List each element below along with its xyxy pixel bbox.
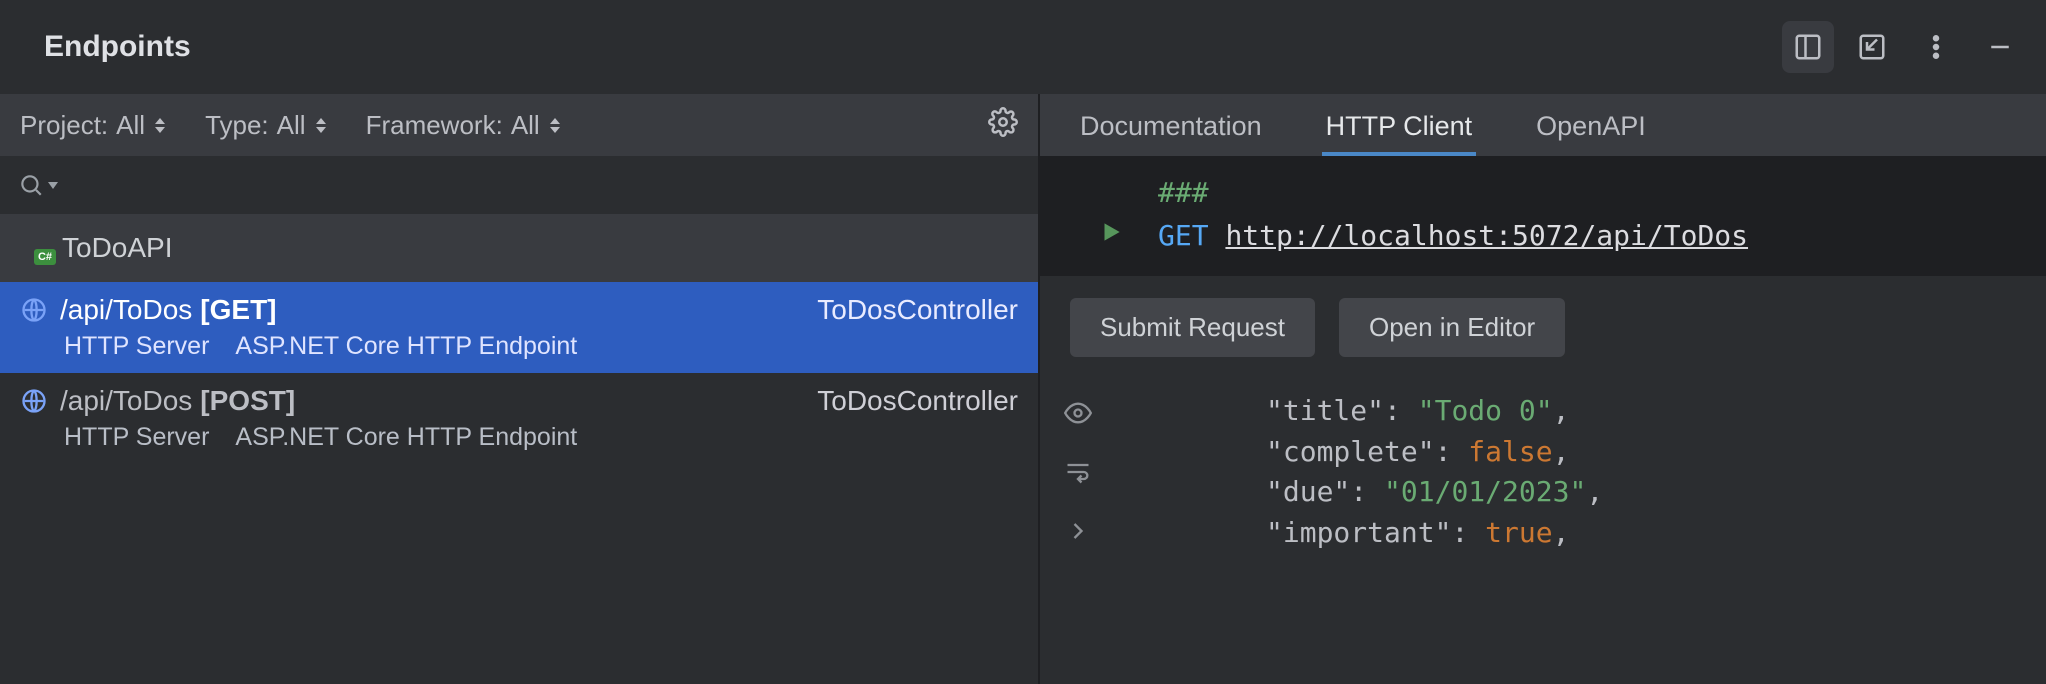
detail-tabs: Documentation HTTP Client OpenAPI xyxy=(1040,94,2046,156)
endpoint-method: [POST] xyxy=(200,385,295,417)
run-icon[interactable] xyxy=(1098,219,1124,252)
endpoint-icon xyxy=(20,387,48,415)
tab-http-client[interactable]: HTTP Client xyxy=(1322,97,1477,156)
settings-icon[interactable] xyxy=(988,107,1018,144)
module-header[interactable]: C# ToDoAPI xyxy=(0,214,1038,282)
wrap-icon[interactable] xyxy=(1064,458,1092,491)
endpoint-path: /api/ToDos xyxy=(60,294,192,326)
http-client-panel: ### GET http://localhost:5072/api/ToDos … xyxy=(1040,156,2046,379)
caret-icon xyxy=(155,118,165,133)
submit-request-button[interactable]: Submit Request xyxy=(1070,298,1315,357)
response-body[interactable]: "title": "Todo 0", "complete": false, "d… xyxy=(1116,379,2046,684)
open-in-editor-button[interactable]: Open in Editor xyxy=(1339,298,1565,357)
minimize-icon[interactable] xyxy=(1974,21,2026,73)
filter-type[interactable]: Type: All xyxy=(205,110,326,141)
request-method: GET xyxy=(1158,219,1209,252)
filter-bar: Project: All Type: All Framework: All xyxy=(0,94,1038,156)
eye-icon[interactable] xyxy=(1064,399,1092,432)
detail-panel: Documentation HTTP Client OpenAPI ### GET … xyxy=(1040,94,2046,684)
panel-title: Endpoints xyxy=(44,30,191,64)
filter-project-label: Project: xyxy=(20,110,108,141)
filter-project[interactable]: Project: All xyxy=(20,110,165,141)
response-panel: "title": "Todo 0", "complete": false, "d… xyxy=(1040,379,2046,684)
endpoint-controller: ToDosController xyxy=(817,385,1018,417)
filter-framework[interactable]: Framework: All xyxy=(366,110,560,141)
module-name: ToDoAPI xyxy=(62,232,173,264)
request-url[interactable]: http://localhost:5072/api/ToDos xyxy=(1225,219,1748,252)
request-editor[interactable]: ### GET http://localhost:5072/api/ToDos xyxy=(1040,156,2046,276)
filter-type-value: All xyxy=(277,110,306,141)
filter-project-value: All xyxy=(116,110,145,141)
request-separator: ### xyxy=(1158,176,1209,209)
response-gutter xyxy=(1040,379,1116,684)
more-icon[interactable] xyxy=(1910,21,1962,73)
endpoint-controller: ToDosController xyxy=(817,294,1018,326)
endpoint-server: HTTP Server xyxy=(64,332,209,361)
endpoint-method: [GET] xyxy=(200,294,276,326)
caret-icon xyxy=(550,118,560,133)
endpoint-path: /api/ToDos xyxy=(60,385,192,417)
layout-icon[interactable] xyxy=(1782,21,1834,73)
filter-framework-label: Framework: xyxy=(366,110,503,141)
endpoint-list: /api/ToDos [GET] ToDosController HTTP Serv… xyxy=(0,282,1038,684)
endpoint-server: HTTP Server xyxy=(64,423,209,452)
caret-icon xyxy=(316,118,326,133)
endpoint-icon xyxy=(20,296,48,324)
endpoints-tool-window: Endpoints Project: All Type: xyxy=(0,0,2046,684)
tab-documentation[interactable]: Documentation xyxy=(1076,97,1266,156)
tab-openapi[interactable]: OpenAPI xyxy=(1532,97,1650,156)
csharp-file-icon: C# xyxy=(18,235,50,261)
endpoint-kind: ASP.NET Core HTTP Endpoint xyxy=(235,332,577,361)
endpoint-list-panel: Project: All Type: All Framework: All xyxy=(0,94,1040,684)
filter-framework-value: All xyxy=(511,110,540,141)
endpoint-kind: ASP.NET Core HTTP Endpoint xyxy=(235,423,577,452)
chevron-down-icon xyxy=(48,182,58,189)
open-in-window-icon[interactable] xyxy=(1846,21,1898,73)
action-row: Submit Request Open in Editor xyxy=(1040,276,2046,379)
filter-type-label: Type: xyxy=(205,110,269,141)
endpoint-item[interactable]: /api/ToDos [GET] ToDosController HTTP Serv… xyxy=(0,282,1038,373)
search-input[interactable] xyxy=(0,156,1038,214)
titlebar: Endpoints xyxy=(0,0,2046,94)
chevron-right-icon[interactable] xyxy=(1064,517,1092,550)
endpoint-item[interactable]: /api/ToDos [POST] ToDosController HTTP Ser… xyxy=(0,373,1038,464)
search-icon xyxy=(18,172,44,198)
